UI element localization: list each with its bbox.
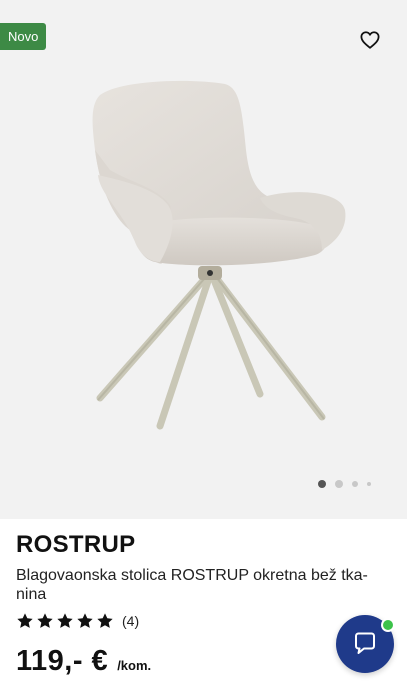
product-price: 119,- € /kom. bbox=[16, 645, 151, 678]
star-icon bbox=[37, 613, 53, 628]
carousel-dot-4[interactable] bbox=[367, 482, 371, 486]
carousel-indicator[interactable] bbox=[318, 479, 371, 489]
star-icon bbox=[17, 613, 33, 628]
product-title: ROSTRUP bbox=[16, 531, 136, 558]
star-icon bbox=[97, 613, 113, 628]
star-icon bbox=[77, 613, 93, 628]
favorite-button[interactable] bbox=[357, 28, 383, 52]
chat-online-indicator bbox=[381, 618, 395, 632]
product-image-gallery[interactable]: Novo bbox=[0, 0, 407, 519]
price-value: 119,- € bbox=[16, 645, 109, 677]
carousel-dot-3[interactable] bbox=[352, 481, 358, 487]
heart-outline-icon bbox=[360, 31, 380, 49]
review-count[interactable]: (4) bbox=[122, 613, 139, 629]
star-icon bbox=[57, 613, 73, 628]
product-description: Blagovaonska stolica ROSTRUP okretna bež… bbox=[16, 567, 368, 603]
chat-bubble-icon bbox=[355, 632, 375, 654]
product-image bbox=[92, 80, 346, 430]
product-rating[interactable]: (4) bbox=[16, 612, 139, 630]
price-unit: /kom. bbox=[117, 658, 152, 673]
carousel-dot-2[interactable] bbox=[335, 480, 343, 488]
carousel-dot-1[interactable] bbox=[318, 480, 326, 488]
new-badge: Novo bbox=[0, 23, 47, 50]
